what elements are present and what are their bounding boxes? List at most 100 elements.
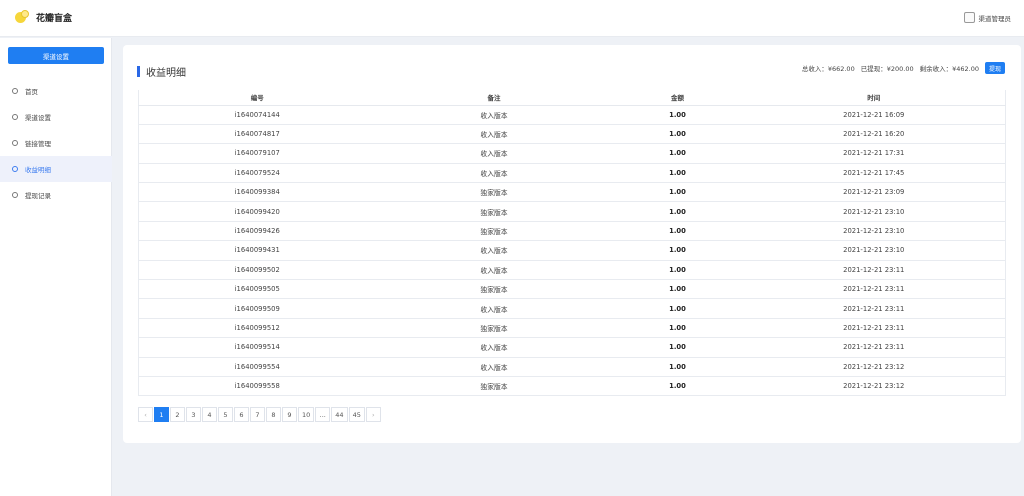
time-cell: 2021-12-21 16:20 xyxy=(742,124,1006,145)
income-summary: 总收入：¥662.00 已提现：¥200.00 剩余收入：¥462.00 提现 xyxy=(802,62,1005,74)
sidebar-item[interactable]: 首页 xyxy=(0,78,112,104)
order-id-cell: i1640099420 xyxy=(138,201,376,222)
page-button[interactable]: 45 xyxy=(348,407,365,422)
order-id-cell: i1640079107 xyxy=(138,143,376,164)
remark-cell: 收入版本 xyxy=(375,337,613,358)
order-id-cell: i1640099426 xyxy=(138,221,376,242)
table-row: i1640074817 收入版本 1.00 2021-12-21 16:20 xyxy=(138,124,1006,145)
page-button[interactable]: ... xyxy=(315,407,331,422)
page-button[interactable]: 6 xyxy=(234,407,249,422)
order-id-cell: i1640079524 xyxy=(138,163,376,184)
logo-text: 花瓣盲盒 xyxy=(36,13,73,24)
order-id-cell: i1640099509 xyxy=(138,298,376,319)
sidebar-item-label: 提现记录 xyxy=(25,192,51,200)
page-button[interactable]: 4 xyxy=(202,407,217,422)
top-bar: 花瓣盲盒 渠道管理员 xyxy=(0,0,1024,37)
withdrawn-amount: 已提现：¥200.00 xyxy=(860,65,914,73)
page-button[interactable]: 5 xyxy=(218,407,233,422)
remark-cell: 收入版本 xyxy=(375,260,613,281)
table-row: i1640099420 独家版本 1.00 2021-12-21 23:10 xyxy=(138,201,1006,222)
logo-icon xyxy=(13,10,31,24)
table-row: i1640099509 收入版本 1.00 2021-12-21 23:11 xyxy=(138,298,1006,319)
page-button[interactable]: 2 xyxy=(170,407,185,422)
amount-cell: 1.00 xyxy=(612,260,743,281)
channel-settings-button[interactable]: 渠道设置 xyxy=(8,47,104,64)
amount-cell: 1.00 xyxy=(612,182,743,203)
page-button[interactable]: 10 xyxy=(298,407,315,422)
page-button[interactable]: 3 xyxy=(186,407,201,422)
order-id-cell: i1640074817 xyxy=(138,124,376,145)
remark-cell: 独家版本 xyxy=(375,201,613,222)
order-id-cell: i1640099512 xyxy=(138,318,376,339)
order-id-cell: i1640099505 xyxy=(138,279,376,300)
sidebar-nav: 首页渠道设置链接管理收益明细提现记录 xyxy=(0,78,112,208)
sidebar-item-label: 链接管理 xyxy=(25,140,51,148)
remark-cell: 独家版本 xyxy=(375,279,613,300)
sidebar-item[interactable]: 提现记录 xyxy=(0,182,112,208)
column-header: 时间 xyxy=(742,90,1006,106)
time-cell: 2021-12-21 23:11 xyxy=(742,298,1006,319)
table-row: i1640099554 收入版本 1.00 2021-12-21 23:12 xyxy=(138,357,1006,377)
order-id-cell: i1640099384 xyxy=(138,182,376,203)
prev-page-button[interactable]: ‹ xyxy=(138,407,153,422)
order-id-cell: i1640099502 xyxy=(138,260,376,281)
nav-item-icon xyxy=(12,192,18,198)
amount-cell: 1.00 xyxy=(612,124,743,145)
sidebar-item-label: 收益明细 xyxy=(25,166,51,174)
earnings-table: 编号 备注 金额 时间 i1640074144 收入版本 1.00 2021-12-21 1… xyxy=(138,90,1006,397)
time-cell: 2021-12-21 17:45 xyxy=(742,163,1006,184)
time-cell: 2021-12-21 16:09 xyxy=(742,105,1006,125)
table-row: i1640099384 独家版本 1.00 2021-12-21 23:09 xyxy=(138,182,1006,203)
remark-cell: 独家版本 xyxy=(375,182,613,203)
time-cell: 2021-12-21 23:11 xyxy=(742,337,1006,358)
user-menu[interactable]: 渠道管理员 xyxy=(963,12,1011,23)
amount-cell: 1.00 xyxy=(612,279,743,300)
next-page-button[interactable]: › xyxy=(365,407,381,422)
time-cell: 2021-12-21 17:31 xyxy=(742,143,1006,164)
order-id-cell: i1640099431 xyxy=(138,240,376,261)
amount-cell: 1.00 xyxy=(612,143,743,164)
sidebar-item[interactable]: 收益明细 xyxy=(0,156,112,182)
table-row: i1640099431 收入版本 1.00 2021-12-21 23:10 xyxy=(138,240,1006,261)
sidebar-item[interactable]: 渠道设置 xyxy=(0,104,112,130)
nav-item-icon xyxy=(12,140,18,146)
remark-cell: 收入版本 xyxy=(375,143,613,164)
remark-cell: 收入版本 xyxy=(375,105,613,125)
table-row: i1640079524 收入版本 1.00 2021-12-21 17:45 xyxy=(138,163,1006,184)
amount-cell: 1.00 xyxy=(612,376,743,397)
time-cell: 2021-12-21 23:10 xyxy=(742,240,1006,261)
remark-cell: 独家版本 xyxy=(375,376,613,397)
amount-cell: 1.00 xyxy=(612,201,743,222)
time-cell: 2021-12-21 23:11 xyxy=(742,318,1006,339)
table-row: i1640079107 收入版本 1.00 2021-12-21 17:31 xyxy=(138,143,1006,164)
remark-cell: 收入版本 xyxy=(375,163,613,184)
sidebar-item[interactable]: 链接管理 xyxy=(0,130,112,156)
order-id-cell: i1640099558 xyxy=(138,376,376,397)
page-button[interactable]: 7 xyxy=(250,407,265,422)
column-header: 金额 xyxy=(612,90,743,106)
logo[interactable]: 花瓣盲盒 xyxy=(13,10,72,24)
earnings-panel: 收益明细 总收入：¥662.00 已提现：¥200.00 剩余收入：¥462.0… xyxy=(123,45,1021,443)
page-button[interactable]: 9 xyxy=(282,407,297,422)
table-row: i1640099502 收入版本 1.00 2021-12-21 23:11 xyxy=(138,260,1006,281)
page-title-text: 收益明细 xyxy=(146,68,186,79)
sidebar-item-label: 首页 xyxy=(25,88,38,96)
page-button[interactable]: 44 xyxy=(331,407,348,422)
page-title: 收益明细 xyxy=(137,64,186,79)
nav-item-icon xyxy=(12,166,18,172)
avatar[interactable] xyxy=(963,12,975,23)
table-row: i1640099558 独家版本 1.00 2021-12-21 23:12 xyxy=(138,376,1006,397)
amount-cell: 1.00 xyxy=(612,337,743,358)
time-cell: 2021-12-21 23:09 xyxy=(742,182,1006,203)
pagination: ‹ 1 2 3 4 5 6 7 8 9 10... 44 45 › xyxy=(138,407,382,422)
time-cell: 2021-12-21 23:10 xyxy=(742,221,1006,242)
withdraw-button[interactable]: 提现 xyxy=(985,62,1005,74)
amount-cell: 1.00 xyxy=(612,163,743,184)
nav-item-icon xyxy=(12,88,18,94)
page-button[interactable]: 8 xyxy=(266,407,281,422)
order-id-cell: i1640099514 xyxy=(138,337,376,358)
time-cell: 2021-12-21 23:10 xyxy=(742,201,1006,222)
remark-cell: 收入版本 xyxy=(375,124,613,145)
order-id-cell: i1640099554 xyxy=(138,357,376,377)
page-button[interactable]: 1 xyxy=(154,407,169,422)
